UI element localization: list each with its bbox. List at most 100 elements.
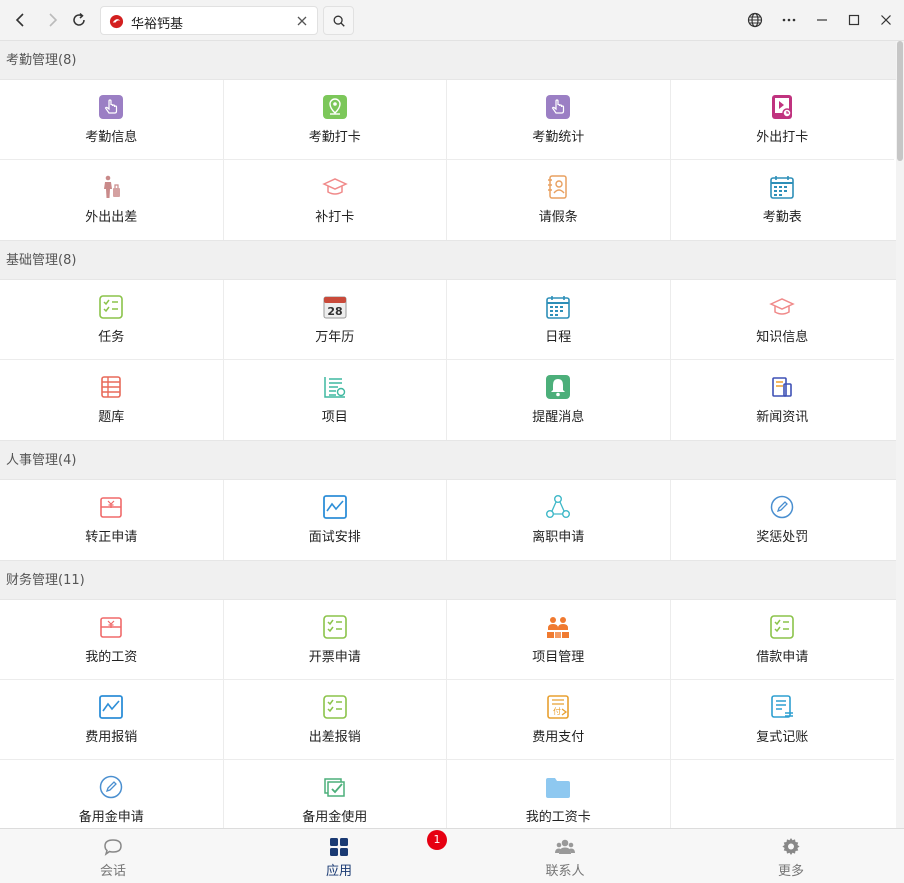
app-tile-icon <box>545 494 571 520</box>
tab-contacts[interactable]: 联系人 <box>452 829 678 883</box>
news-icon <box>772 377 793 397</box>
app-tile[interactable]: 项目 <box>224 360 447 440</box>
app-tile[interactable]: 面试安排 <box>224 480 447 560</box>
maximize-button[interactable] <box>842 8 866 32</box>
app-tile-icon: 28 <box>322 294 348 320</box>
app-tile-icon <box>545 374 571 400</box>
app-tile[interactable]: 知识信息 <box>670 280 894 360</box>
app-tile-label: 复式记账 <box>756 730 809 745</box>
section-title-text: 人事管理 <box>6 453 59 468</box>
window-close-button[interactable] <box>874 8 898 32</box>
app-tile[interactable]: 项目管理 <box>447 600 671 680</box>
minimize-icon <box>817 19 827 21</box>
address-tab[interactable]: 华裕钙基 <box>100 6 318 35</box>
app-tile[interactable]: 请假条 <box>447 160 671 240</box>
app-tile[interactable]: 外出出差 <box>0 160 224 240</box>
app-tile-icon: 付 <box>545 694 571 720</box>
app-tile-icon <box>545 174 571 200</box>
chat-bubble-icon <box>104 839 122 856</box>
check-stack-icon <box>324 778 345 797</box>
minimize-button[interactable] <box>810 8 834 32</box>
app-tile-label: 奖惩处罚 <box>756 530 809 545</box>
app-tile-icon <box>98 694 124 720</box>
app-tile[interactable]: 借款申请 <box>670 600 894 680</box>
forward-button[interactable] <box>38 6 66 34</box>
bell-icon <box>546 375 571 399</box>
reload-button[interactable] <box>65 6 93 34</box>
app-tile-label: 出差报销 <box>308 730 361 745</box>
app-tile[interactable]: 备用金申请 <box>0 760 224 828</box>
app-tile[interactable]: 28 万年历 <box>223 280 447 360</box>
app-tile-label: 备用金使用 <box>302 810 368 825</box>
chart-line-icon <box>322 495 347 519</box>
app-tile[interactable]: 出差报销 <box>223 680 447 760</box>
app-tile[interactable]: 开票申请 <box>223 600 447 680</box>
checklist-icon <box>99 295 124 319</box>
close-icon[interactable] <box>295 14 309 28</box>
app-tile[interactable]: 任务 <box>0 280 224 360</box>
scrollbar[interactable] <box>896 41 904 828</box>
app-tile[interactable]: 付费用支付 <box>447 680 671 760</box>
app-tile[interactable]: 转正申请 <box>0 480 224 560</box>
app-grid-content: 考勤管理(8) 考勤信息 考勤打卡 考勤统计 外出打卡 外出出差 补打卡 请假条 考勤表 基础管理… <box>0 41 896 828</box>
app-tile[interactable]: 外出打卡 <box>670 80 894 160</box>
language-button[interactable] <box>743 8 767 32</box>
search-button[interactable] <box>323 6 354 35</box>
more-menu-button[interactable] <box>777 8 801 32</box>
back-button[interactable] <box>7 6 35 34</box>
app-tile[interactable]: 奖惩处罚 <box>671 480 895 560</box>
location-pin-icon <box>322 95 347 119</box>
bottom-tab-bar: 会话 应用 联系人 更多 1 <box>0 828 904 883</box>
app-tile[interactable]: 考勤打卡 <box>223 80 447 160</box>
app-tile-icon <box>322 94 348 120</box>
app-tile-icon <box>545 294 571 320</box>
app-tile-icon <box>769 694 795 720</box>
app-tile[interactable]: 复式记账 <box>670 680 894 760</box>
app-tile-label: 考勤信息 <box>85 130 138 145</box>
checklist-icon <box>322 695 347 719</box>
app-tile[interactable]: 提醒消息 <box>447 360 671 440</box>
ledger-icon <box>771 695 794 718</box>
app-tile[interactable]: 日程 <box>447 280 671 360</box>
app-tile[interactable]: 考勤统计 <box>447 80 671 160</box>
network-icon <box>546 495 571 519</box>
app-tile-icon <box>98 774 124 800</box>
tab-apps[interactable]: 应用 <box>226 829 452 883</box>
app-tile-label: 费用报销 <box>85 730 138 745</box>
app-tile[interactable]: 费用报销 <box>0 680 224 760</box>
app-tile[interactable]: 我的工资卡 <box>447 760 671 828</box>
app-tile[interactable]: 考勤表 <box>671 160 895 240</box>
app-tile[interactable]: 考勤信息 <box>0 80 224 160</box>
app-tile-label: 提醒消息 <box>532 410 585 425</box>
section-count: (8) <box>58 53 77 68</box>
arrow-left-icon <box>15 13 24 27</box>
app-tile[interactable]: 我的工资 <box>0 600 224 680</box>
app-tile[interactable]: 补打卡 <box>224 160 447 240</box>
date-28-icon: 28 <box>323 296 347 319</box>
app-tile[interactable]: 备用金使用 <box>224 760 447 828</box>
graduation-cap-icon <box>769 298 796 315</box>
app-tile-label: 题库 <box>98 410 125 425</box>
app-tile-label: 转正申请 <box>85 530 138 545</box>
app-tile-label: 外出打卡 <box>756 130 809 145</box>
search-icon <box>333 15 345 27</box>
phone-clock-icon <box>772 95 793 119</box>
app-tile-icon <box>98 614 124 640</box>
app-tile-icon <box>98 294 124 320</box>
app-tile[interactable]: 离职申请 <box>447 480 671 560</box>
app-tile[interactable]: 题库 <box>0 360 224 440</box>
app-tile-label: 费用支付 <box>532 730 585 745</box>
chart-line-icon <box>99 695 124 719</box>
reload-icon <box>73 12 85 26</box>
app-tile-label: 我的工资 <box>85 650 138 665</box>
app-tile-label: 借款申请 <box>756 650 809 665</box>
close-icon <box>881 15 891 25</box>
app-tile[interactable]: 新闻资讯 <box>671 360 895 440</box>
app-tile-label: 备用金申请 <box>78 810 144 825</box>
app-tile-icon <box>98 174 124 200</box>
scrollbar-thumb[interactable] <box>897 41 903 161</box>
ellipsis-icon <box>782 18 796 22</box>
app-tile-icon <box>322 494 348 520</box>
tab-more[interactable]: 更多 <box>678 829 904 883</box>
tab-chat[interactable]: 会话 <box>0 829 226 883</box>
